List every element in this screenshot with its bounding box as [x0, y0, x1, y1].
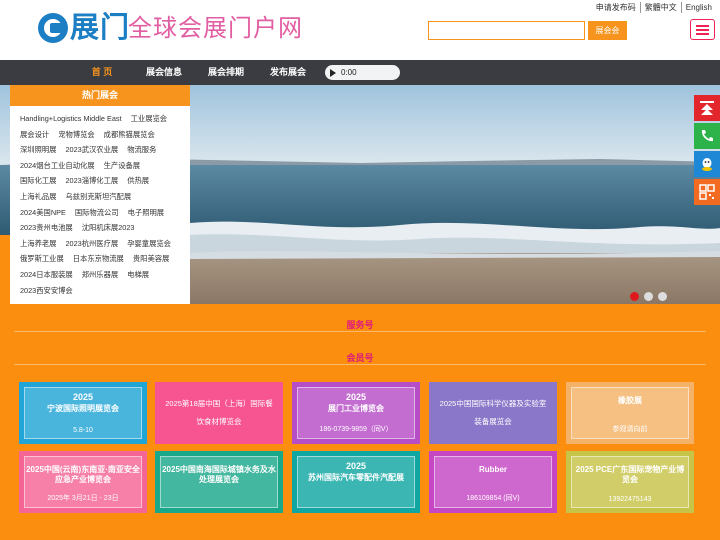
search-button[interactable]: 展会会 — [588, 21, 627, 40]
hot-exhibition-link[interactable]: Handling+Logistics Middle East — [20, 111, 122, 127]
hot-exhibition-link[interactable]: 宠物博览会 — [58, 127, 94, 143]
card-rubber[interactable]: 橡胶展 参观请向前 — [566, 382, 694, 444]
hot-exhibition-link[interactable]: 日本东京物流展 — [73, 251, 124, 267]
hot-exhibition-link[interactable]: 工业展览会 — [131, 111, 167, 127]
hot-exhibitions-list: Handling+Logistics Middle East 工业展览会展会设计宠… — [10, 106, 190, 298]
back-to-top-icon[interactable] — [694, 95, 720, 121]
menu-icon[interactable] — [690, 19, 715, 40]
hot-exhibition-link[interactable]: 俄罗斯工业展 — [20, 251, 64, 267]
hot-exhibition-link[interactable]: 2024日本服装展 — [20, 267, 73, 283]
link-apply-code[interactable]: 申请发布码 — [592, 2, 640, 13]
hot-exhibition-link[interactable]: 2023贵州电池展 — [20, 220, 73, 236]
card-suzhou-auto[interactable]: 2025 苏州国际汽车零配件汽配展 — [292, 451, 420, 513]
card-phone: 186-0739-9859（同V） — [319, 426, 393, 433]
hot-exhibition-link[interactable]: 郑州乐器展 — [82, 267, 118, 283]
hot-exhibition-link[interactable]: 电子照明展 — [128, 205, 164, 221]
top-links: 申请发布码 繁體中文 English — [592, 2, 716, 13]
card-title: 2025中国南海国际城镇水务及水处理展览会 — [162, 465, 276, 484]
card-rubber-expo[interactable]: Rubber 186109854 (同V) — [429, 451, 557, 513]
hot-exhibition-link[interactable]: 电梯展 — [127, 267, 149, 283]
site-header: 展门 全球会展门户网 申请发布码 繁體中文 English 展会会 — [0, 0, 720, 60]
hot-exhibition-link[interactable]: 展会设计 — [20, 127, 49, 143]
hot-exhibition-link[interactable]: 2023杭州医疗展 — [65, 236, 118, 252]
hot-exhibition-link[interactable]: 2024烟台工业自动化展 — [20, 158, 95, 174]
hot-exhibition-link[interactable]: 贵阳美容展 — [133, 251, 169, 267]
service-section-title: 服务号 — [346, 320, 374, 330]
card-title: Rubber — [479, 465, 507, 474]
hot-exhibition-link[interactable]: 孕婴童展览会 — [127, 236, 171, 252]
hot-exhibition-link[interactable]: 上海养老展 — [20, 236, 56, 252]
card-title: 展门工业博览会 — [328, 404, 384, 413]
card-text: 2025中国国际科学仪器及实验室装备展览会 — [439, 399, 547, 426]
hot-exhibition-link[interactable]: 上海礼品展 — [20, 189, 56, 205]
card-instrument-lab[interactable]: 2025中国国际科学仪器及实验室装备展览会 — [429, 382, 557, 444]
hot-exhibition-link[interactable]: 供热展 — [127, 173, 149, 189]
hot-exhibition-link[interactable]: 国际化工展 — [20, 173, 56, 189]
card-phone: 186109854 (同V) — [466, 495, 520, 502]
card-year: 2025 — [72, 392, 94, 402]
card-title: 宁波国际照明展览会 — [47, 404, 119, 413]
card-subtitle: 5.8-10 — [73, 427, 93, 434]
card-hangzhou-industry[interactable]: 2025 展门工业博览会 186-0739-9859（同V） — [292, 382, 420, 444]
divider — [14, 364, 706, 365]
card-subtitle: 参观请向前 — [612, 426, 648, 433]
floating-toolbar — [694, 95, 720, 207]
hot-exhibition-link[interactable]: 乌兹别克斯坦汽配展 — [65, 189, 131, 205]
link-traditional-chinese[interactable]: 繁體中文 — [639, 2, 681, 13]
card-text: 2025第18届中国（上海）国际餐饮食材博览会 — [165, 399, 273, 426]
hot-exhibition-link[interactable]: 成都熊猫展览会 — [104, 127, 155, 143]
divider — [14, 331, 706, 332]
logo-icon[interactable] — [38, 13, 68, 43]
card-year: 2025 — [345, 392, 367, 402]
hot-exhibition-link[interactable]: 2023淄博化工展 — [65, 173, 118, 189]
card-title: 2025中国(云南)东南亚·南亚安全应急产业博览会 — [26, 465, 140, 484]
audio-player[interactable]: 0:00 — [325, 65, 400, 80]
link-english[interactable]: English — [680, 2, 716, 13]
card-yunnan-safety[interactable]: 2025中国(云南)东南亚·南亚安全应急产业博览会 2025年 3月21日 - 2… — [19, 451, 147, 513]
hot-exhibition-link[interactable]: 2023武汉农业展 — [65, 142, 118, 158]
search-input[interactable] — [428, 21, 585, 40]
member-section-title: 会员号 — [346, 353, 374, 363]
hot-exhibition-link[interactable]: 2023西安安博会 — [20, 283, 73, 299]
card-title: 苏州国际汽车零配件汽配展 — [308, 473, 404, 482]
slider-dot[interactable] — [644, 292, 653, 301]
slider-dot[interactable] — [630, 292, 639, 301]
qq-icon[interactable] — [694, 151, 720, 177]
nav-exhibition-schedule[interactable]: 展会排期 — [204, 60, 248, 85]
card-pet-industry[interactable]: 2025 PCE广东国际宠物产业博览会 13922475143 — [566, 451, 694, 513]
hot-exhibition-link[interactable]: 国际物流公司 — [75, 205, 119, 221]
hot-exhibition-link[interactable]: 物流服务 — [127, 142, 156, 158]
hot-exhibitions-title: 热门展会 — [10, 85, 190, 106]
hot-exhibition-link[interactable]: 沈阳机床展2023 — [82, 220, 135, 236]
card-phone: 13922475143 — [608, 496, 652, 503]
logo-text[interactable]: 展门 — [70, 11, 130, 45]
nav-publish-exhibition[interactable]: 发布展会 — [266, 60, 310, 85]
card-water-expo[interactable]: 2025中国南海国际城镇水务及水处理展览会 — [155, 451, 283, 513]
hot-exhibition-link[interactable]: 深圳照明展 — [20, 142, 56, 158]
card-shanghai-catering[interactable]: 2025第18届中国（上海）国际餐饮食材博览会 — [155, 382, 283, 444]
phone-icon[interactable] — [694, 123, 720, 149]
nav-exhibition-info[interactable]: 展会信息 — [142, 60, 186, 85]
slider-dot[interactable] — [658, 292, 667, 301]
card-subtitle: 2025年 3月21日 - 23日 — [47, 495, 119, 502]
nav-home[interactable]: 首 页 — [80, 60, 124, 85]
card-title: 2025 PCE广东国际宠物产业博览会 — [575, 465, 685, 484]
qr-code-icon[interactable] — [694, 179, 720, 205]
hot-exhibition-link[interactable]: 生产设备展 — [104, 158, 140, 174]
audio-time: 0:00 — [341, 68, 357, 77]
play-icon[interactable] — [330, 68, 336, 77]
hot-exhibitions-panel: 热门展会 Handling+Logistics Middle East 工业展览会… — [10, 85, 190, 304]
site-slogan: 全球会展门户网 — [128, 15, 303, 42]
card-year: 2025 — [345, 461, 367, 471]
card-title: 橡胶展 — [618, 396, 642, 405]
hot-exhibition-link[interactable]: 2024美国NPE — [20, 205, 66, 221]
card-ningbo-lighting[interactable]: 2025 宁波国际照明展览会 5.8-10 — [19, 382, 147, 444]
